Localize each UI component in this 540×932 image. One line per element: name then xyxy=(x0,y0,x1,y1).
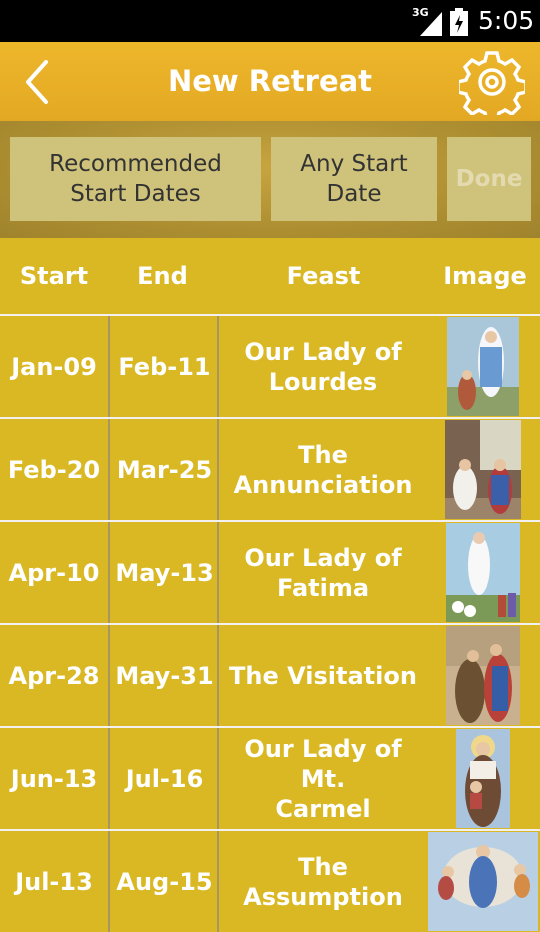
mt-carmel-image xyxy=(455,729,510,828)
start-date: Jul-13 xyxy=(15,867,93,896)
battery-icon xyxy=(450,8,468,36)
visitation-image xyxy=(445,626,520,725)
table-row[interactable]: Apr-10 May-13 Our Lady of Fatima xyxy=(0,520,540,623)
recommended-label-line1: Recommended xyxy=(49,151,222,177)
feast-image-cell xyxy=(425,831,540,932)
end-date: Mar-25 xyxy=(108,419,219,520)
feast-image-cell xyxy=(425,419,540,520)
feast-image-cell xyxy=(425,625,540,726)
signal-icon xyxy=(420,12,442,36)
feast-name: Our Lady of Lourdes xyxy=(217,316,427,417)
start-date: Apr-28 xyxy=(8,661,100,690)
action-bar: New Retreat xyxy=(0,42,540,121)
assumption-image xyxy=(427,832,538,931)
start-date: Feb-20 xyxy=(7,455,101,484)
start-date: Apr-10 xyxy=(8,558,100,587)
done-button[interactable]: Done xyxy=(447,137,531,221)
start-date: Jun-13 xyxy=(10,764,98,793)
table-row[interactable]: Jan-09 Feb-11 Our Lady of Lourdes xyxy=(0,314,540,417)
feast-name: The Visitation xyxy=(217,625,427,726)
header-end: End xyxy=(137,262,188,290)
retreat-table: Start End Feast Image Jan-09 Feb-11 Our … xyxy=(0,238,540,932)
recommended-label-line2: Start Dates xyxy=(70,181,201,207)
header-feast: Feast xyxy=(286,262,361,290)
status-bar: 3G 5:05 xyxy=(0,0,540,42)
table-row[interactable]: Apr-28 May-31 The Visitation xyxy=(0,623,540,726)
feast-image-cell xyxy=(425,728,540,829)
any-label-line1: Any Start xyxy=(300,151,408,177)
end-date: Feb-11 xyxy=(108,316,219,417)
table-row[interactable]: Jun-13 Jul-16 Our Lady of Mt. Carmel xyxy=(0,726,540,829)
feast-image-cell xyxy=(425,522,540,623)
end-date: Aug-15 xyxy=(108,831,219,932)
feast-name: The Annunciation xyxy=(217,419,427,520)
feast-name: Our Lady of Mt. Carmel xyxy=(217,728,427,829)
annunciation-image xyxy=(444,420,521,519)
table-row[interactable]: Feb-20 Mar-25 The Annunciation xyxy=(0,417,540,520)
recommended-start-dates-button[interactable]: Recommended Start Dates xyxy=(10,137,261,221)
retreat-options-bar: Recommended Start Dates Any Start Date D… xyxy=(0,121,540,238)
end-date: May-13 xyxy=(108,522,219,623)
fatima-image xyxy=(445,523,520,622)
header-start: Start xyxy=(19,262,89,290)
end-date: May-31 xyxy=(108,625,219,726)
feast-image-cell xyxy=(425,316,540,417)
table-header: Start End Feast Image xyxy=(0,238,540,314)
clock: 5:05 xyxy=(478,6,535,35)
settings-gear-icon[interactable] xyxy=(459,49,525,115)
lourdes-image xyxy=(446,317,519,416)
any-label-line2: Date xyxy=(326,181,382,207)
any-start-date-button[interactable]: Any Start Date xyxy=(271,137,437,221)
end-date: Jul-16 xyxy=(108,728,219,829)
header-image: Image xyxy=(443,262,527,290)
feast-name: Our Lady of Fatima xyxy=(217,522,427,623)
start-date: Jan-09 xyxy=(11,352,97,381)
feast-name: The Assumption xyxy=(217,831,427,932)
table-row[interactable]: Jul-13 Aug-15 The Assumption xyxy=(0,829,540,932)
